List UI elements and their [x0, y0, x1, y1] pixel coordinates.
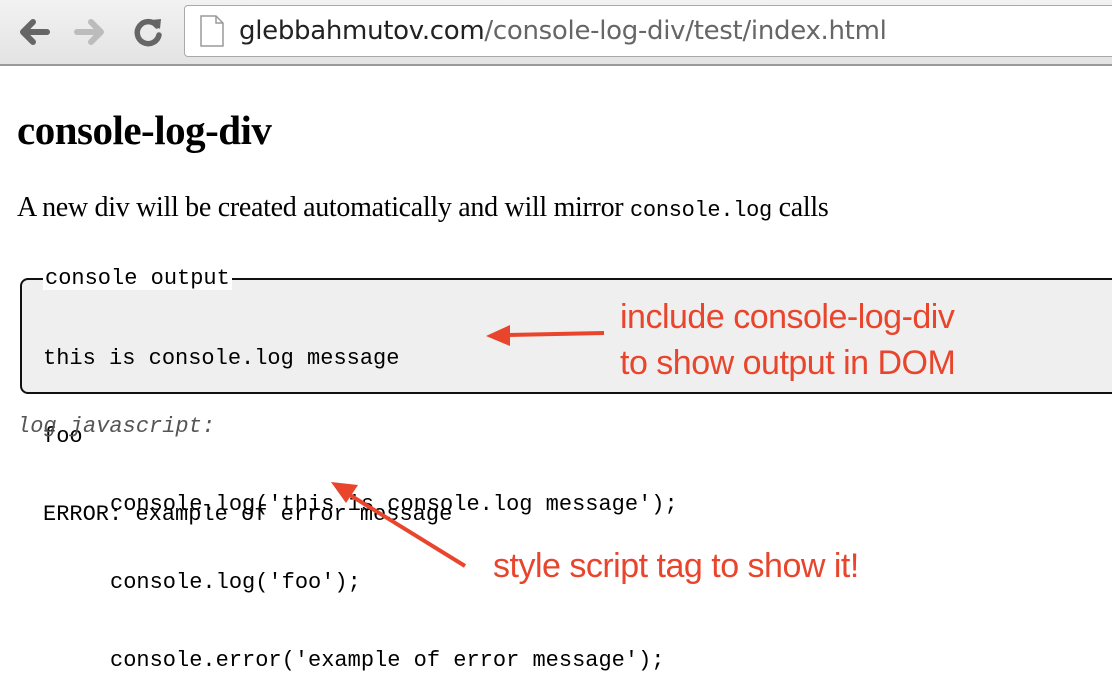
url-path: /console-log-div/test/index.html	[484, 16, 887, 46]
annotation-style-script: style script tag to show it!	[493, 547, 859, 585]
annotation-line: include console-log-div	[620, 298, 955, 336]
annotation-include-div: include console-log-div to show output i…	[620, 294, 956, 386]
reload-button[interactable]	[128, 14, 168, 50]
document-icon	[200, 15, 224, 47]
code-line: console.log('this is console.log message…	[110, 492, 678, 517]
address-bar[interactable]: glebbahmutov.com/console-log-div/test/in…	[184, 5, 1112, 57]
reload-icon	[134, 18, 162, 47]
arrow-left-icon	[20, 19, 50, 45]
back-button[interactable]	[14, 14, 54, 50]
browser-toolbar: glebbahmutov.com/console-log-div/test/in…	[0, 0, 1112, 66]
url-host: glebbahmutov.com	[239, 16, 485, 46]
console-output-legend: console output	[43, 266, 232, 291]
intro-paragraph: A new div will be created automatically …	[17, 192, 829, 224]
intro-suffix: calls	[771, 192, 829, 223]
intro-prefix: A new div will be created automatically …	[17, 192, 631, 223]
page-title: console-log-div	[17, 107, 272, 153]
log-javascript-label: log javascript:	[17, 414, 216, 439]
forward-button[interactable]	[70, 14, 110, 50]
annotation-line: to show output in DOM	[620, 344, 956, 382]
arrow-right-icon	[74, 19, 104, 45]
intro-code: console.log	[630, 198, 772, 223]
url-text[interactable]: glebbahmutov.com/console-log-div/test/in…	[239, 16, 887, 46]
code-line: console.error('example of error message'…	[110, 648, 665, 673]
